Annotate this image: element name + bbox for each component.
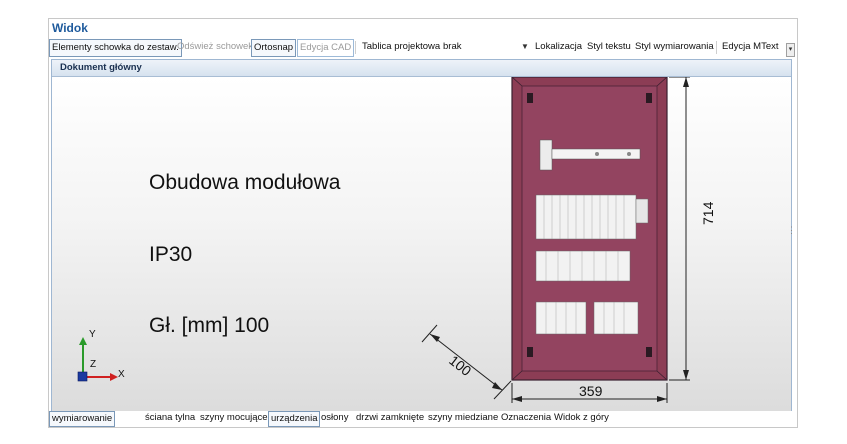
window-title: Widok: [52, 21, 88, 35]
view-window: Widok Elementy schowka do zestaw. Odświe…: [48, 18, 798, 428]
z-axis-label: Z: [90, 359, 97, 370]
cad-canvas[interactable]: Obudowa modułowa IP30 Gł. [mm] 100 359 7…: [52, 77, 791, 411]
tab-oznaczenia[interactable]: Oznaczenia: [499, 411, 553, 425]
text-style-button[interactable]: Styl tekstu: [585, 39, 633, 55]
ucs-axes-icon: [77, 337, 118, 382]
y-axis-label: Y: [89, 329, 96, 340]
tab-oslony[interactable]: osłony: [319, 411, 350, 425]
tab-szyny-miedziane[interactable]: szyny miedziane: [426, 411, 500, 425]
x-axis-label: X: [118, 369, 125, 380]
dropdown-arrow-icon[interactable]: ▼: [521, 39, 529, 55]
layer-tab-bar: wymiarowanie ściana tylna szyny mocujące…: [49, 411, 797, 427]
dimension-style-button[interactable]: Styl wymiarowania: [633, 39, 716, 55]
cad-drawing: [77, 77, 690, 403]
toolbar-overflow-icon[interactable]: ▾: [786, 43, 795, 57]
tab-wymiarowanie[interactable]: wymiarowanie: [49, 411, 116, 427]
cad-edit-button[interactable]: Edycja CAD: [297, 39, 355, 57]
toolbar-separator: [355, 41, 356, 54]
tab-widok-z-gory[interactable]: Widok z góry: [552, 411, 611, 425]
document-header: Dokument główny: [52, 60, 791, 77]
height-dimension-label: 714: [700, 201, 716, 225]
tablica-label: Tablica projektowa: [362, 41, 441, 52]
document-title: Dokument główny: [60, 62, 142, 73]
tab-urzadzenia[interactable]: urządzenia: [268, 411, 321, 427]
tab-sciana-tylna[interactable]: ściana tylna: [143, 411, 197, 425]
width-dimension-label: 359: [579, 383, 603, 399]
panel-resize-grip-icon[interactable]: ⋮: [787, 226, 796, 235]
location-button[interactable]: Lokalizacja: [533, 39, 584, 55]
tablica-dropdown[interactable]: brak: [441, 39, 527, 55]
refresh-clipboard-button[interactable]: Odśwież schowek: [175, 39, 255, 55]
mtext-edit-button[interactable]: Edycja MText: [720, 39, 781, 55]
tab-szyny-mocujace[interactable]: szyny mocujące: [198, 411, 270, 425]
document-panel: Dokument główny Obudowa modułowa IP30 Gł…: [51, 59, 792, 412]
clipboard-to-set-button[interactable]: Elementy schowka do zestaw.: [49, 39, 182, 57]
device-row-3: [535, 250, 631, 282]
ortosnap-button[interactable]: Ortosnap: [251, 39, 297, 57]
device-row-2: [535, 194, 649, 240]
height-dimension: [669, 77, 690, 381]
toolbar-separator: [716, 41, 717, 54]
tab-drzwi-zamkniete[interactable]: drzwi zamknięte: [354, 411, 426, 425]
toolbar: Elementy schowka do zestaw. Odśwież scho…: [49, 38, 797, 58]
